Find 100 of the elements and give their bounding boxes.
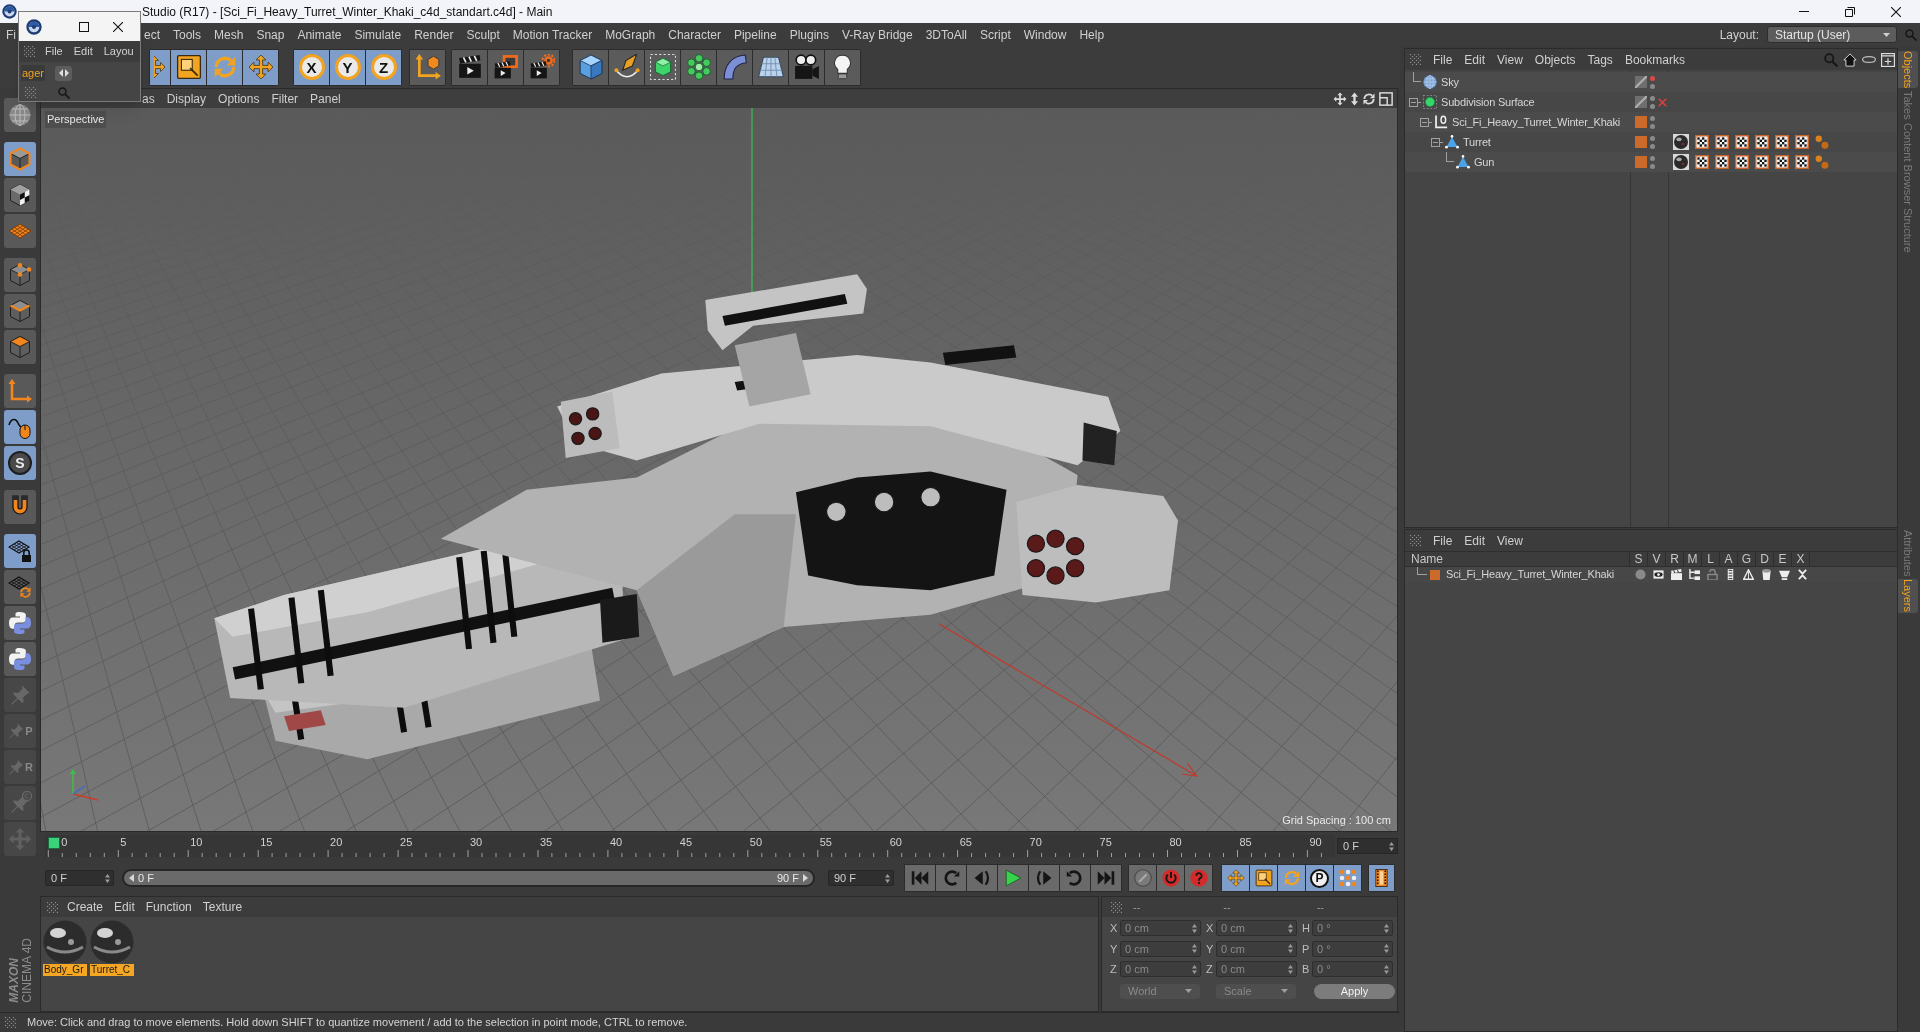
menu-item[interactable]: ect	[144, 25, 160, 44]
rotate-view-icon[interactable]	[1362, 91, 1376, 106]
checker-tag-icon[interactable]	[1735, 135, 1749, 149]
y-axis-button[interactable]: Y	[330, 49, 365, 85]
menu-item[interactable]: Bookmarks	[1624, 50, 1685, 69]
menu-item[interactable]: Texture	[202, 898, 243, 916]
record-key-button[interactable]	[1129, 865, 1156, 891]
layer-color-swatch[interactable]	[1635, 156, 1647, 168]
material-preview[interactable]	[43, 920, 87, 964]
tweak-mode-button[interactable]	[4, 410, 36, 444]
key-scale-button[interactable]	[1250, 865, 1277, 891]
menu-item[interactable]: View	[1497, 531, 1523, 550]
z-axis-button[interactable]: Z	[366, 49, 401, 85]
hierarchy-icon[interactable]	[1688, 569, 1700, 580]
visibility-dots-icon[interactable]	[1650, 115, 1655, 129]
menu-item[interactable]: Objects	[1534, 50, 1576, 69]
visibility-dots-icon[interactable]	[1650, 75, 1655, 89]
column-header[interactable]: S	[1630, 552, 1648, 566]
layer-color-swatch[interactable]	[1430, 569, 1440, 580]
checker-tag-icon[interactable]	[1695, 155, 1709, 169]
menu-item[interactable]: Tools	[173, 25, 202, 44]
timeline-ruler[interactable]: 0 5 10 15 20 25 30 35 40 45 50 55 60 65 70 75 80 85 90	[45, 835, 1335, 857]
pen-button[interactable]	[609, 49, 644, 85]
home-icon[interactable]	[1843, 52, 1857, 67]
menu-item[interactable]: Create	[67, 898, 104, 916]
oval-icon[interactable]	[1862, 56, 1876, 63]
camera-button[interactable]	[789, 49, 824, 85]
menu-item[interactable]: Animate	[297, 25, 342, 44]
menu-item[interactable]: MoGraph	[605, 25, 656, 44]
tab-scroll-button[interactable]	[55, 65, 73, 81]
zoom-view-icon[interactable]	[1350, 91, 1359, 106]
column-header[interactable]: E	[1774, 552, 1792, 566]
play-button[interactable]	[998, 865, 1028, 891]
menu-item[interactable]: Render	[414, 25, 454, 44]
layer-color-swatch[interactable]	[1635, 136, 1647, 148]
checker-tag-icon[interactable]	[1775, 135, 1789, 149]
checker-tag-icon[interactable]	[1715, 155, 1729, 169]
x-axis-button[interactable]: X	[294, 49, 329, 85]
render-picture-button[interactable]	[488, 49, 523, 85]
previous-frame-button[interactable]	[967, 865, 997, 891]
viewport[interactable]: Perspective Grid Spacing : 100 cm	[41, 108, 1397, 831]
menu-item[interactable]: View	[1497, 50, 1523, 69]
visibility-dots-icon[interactable]	[1650, 95, 1655, 109]
menu-item[interactable]: Plugins	[789, 25, 829, 44]
material-name[interactable]: Turret_C	[90, 964, 134, 976]
menu-item[interactable]: Edit	[73, 43, 93, 60]
viewport-menu-item[interactable]: Options	[218, 89, 260, 108]
rotate-tool-button[interactable]	[207, 49, 242, 85]
key-move-button[interactable]	[1222, 865, 1249, 891]
object-name[interactable]: Sky	[1441, 73, 1459, 91]
menu-item[interactable]: Pipeline	[733, 25, 777, 44]
auto-key-button[interactable]	[1157, 865, 1184, 891]
light-button[interactable]	[825, 49, 860, 85]
menu-item[interactable]: Fi	[6, 25, 16, 44]
coordinate-system-button[interactable]	[410, 49, 445, 85]
lock-icon[interactable]	[1706, 569, 1718, 580]
checker-tag-icon[interactable]	[1795, 135, 1809, 149]
column-header[interactable]: V	[1648, 552, 1666, 566]
timeline-button[interactable]	[1369, 865, 1394, 891]
object-name[interactable]: Gun	[1474, 153, 1495, 171]
move-view-icon[interactable]	[1333, 91, 1347, 106]
eye-icon[interactable]	[1652, 569, 1664, 580]
floor-button[interactable]	[753, 49, 788, 85]
apply-button[interactable]: Apply	[1314, 983, 1395, 999]
subdivision-button[interactable]	[645, 49, 680, 85]
render-settings-button[interactable]	[524, 49, 559, 85]
layer-name[interactable]: Sci_Fi_Heavy_Turret_Winter_Khaki	[1446, 566, 1615, 583]
points-mode-button[interactable]	[4, 258, 36, 292]
scale-tool-button[interactable]	[171, 49, 206, 85]
grip-icon[interactable]	[24, 46, 35, 57]
move-tool-button[interactable]	[243, 49, 278, 85]
key-selection-button[interactable]	[1185, 865, 1212, 891]
pyramid-icon[interactable]	[1742, 569, 1754, 580]
go-to-start-button[interactable]	[905, 865, 935, 891]
column-header[interactable]: D	[1756, 552, 1774, 566]
column-header[interactable]: L	[1702, 552, 1720, 566]
menu-item[interactable]: Script	[980, 25, 1011, 44]
grip-icon[interactable]	[1410, 54, 1421, 65]
manager-tab[interactable]: ager	[21, 64, 46, 82]
clapboard-icon[interactable]	[1670, 569, 1682, 580]
layout-dropdown[interactable]: Startup (User)	[1767, 26, 1897, 43]
object-name[interactable]: Subdivision Surface	[1441, 93, 1535, 111]
grip-icon[interactable]	[25, 87, 36, 98]
menu-item[interactable]: Mesh	[214, 25, 244, 44]
checker-tag-icon[interactable]	[1695, 135, 1709, 149]
end-frame-field[interactable]: 90 F	[828, 870, 894, 886]
viewport-menu-item[interactable]: Display	[166, 89, 207, 108]
menu-item[interactable]: Simulate	[354, 25, 402, 44]
funnel-icon[interactable]	[1778, 569, 1790, 580]
checker-tag-icon[interactable]	[1755, 135, 1769, 149]
grip-icon[interactable]	[1410, 535, 1421, 546]
menu-item[interactable]: V-Ray Bridge	[842, 25, 913, 44]
range-bar[interactable]: 0 F 90 F	[124, 871, 813, 885]
edges-mode-button[interactable]	[4, 294, 36, 328]
menu-item[interactable]: Help	[1079, 25, 1105, 44]
maximize-view-icon[interactable]	[1379, 91, 1393, 106]
menu-item[interactable]: Function	[145, 898, 192, 916]
column-header[interactable]: M	[1684, 552, 1702, 566]
menu-item[interactable]: Sculpt	[466, 25, 500, 44]
python-button[interactable]	[4, 606, 36, 640]
